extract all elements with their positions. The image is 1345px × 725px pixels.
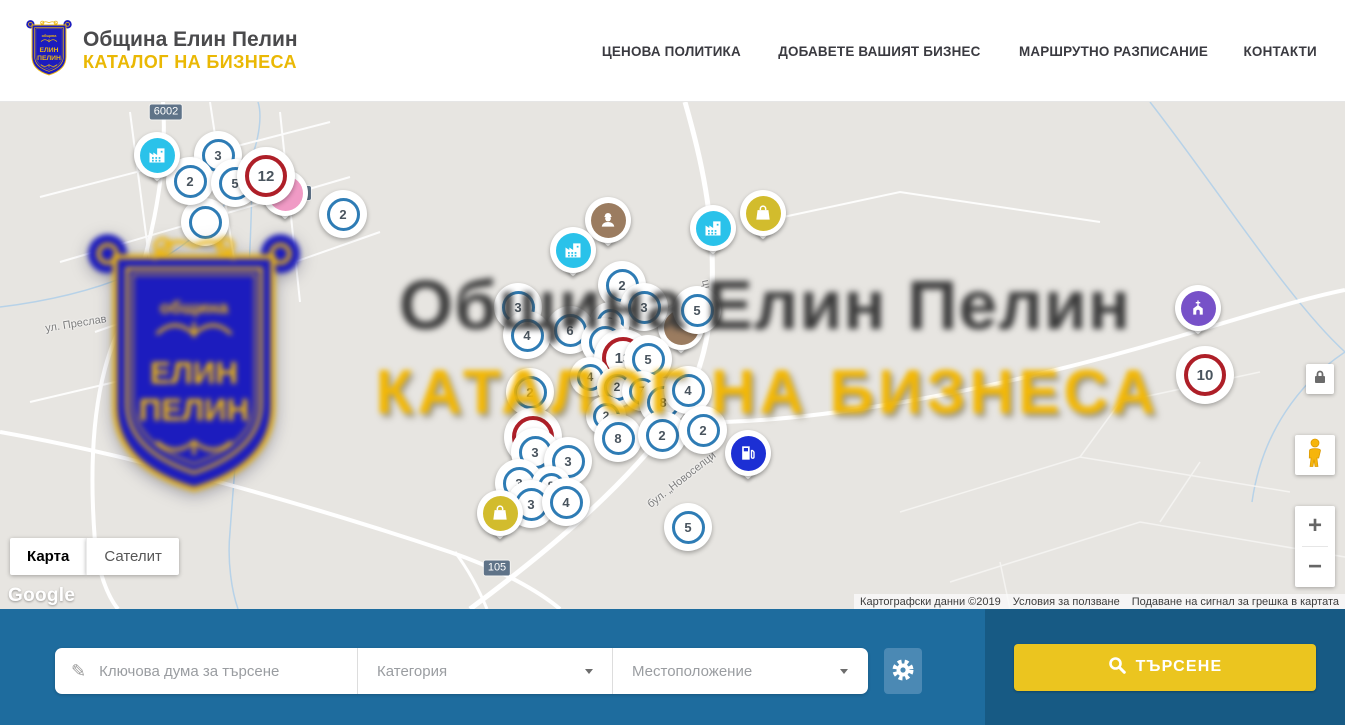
map-canvas[interactable]: 6002105ул. Преславбул. „Новоселцици 3251…	[0, 102, 1345, 609]
lock-button[interactable]	[1306, 364, 1334, 394]
chevron-down-icon	[840, 669, 848, 674]
svg-text:община: община	[42, 34, 58, 38]
zoom-in-button[interactable]: +	[1295, 506, 1335, 546]
pin-head	[740, 190, 786, 236]
map-attribution: Картографски данни ©2019Условия за ползв…	[854, 594, 1345, 609]
advanced-settings-button[interactable]	[884, 648, 922, 694]
cluster-count: 3	[628, 291, 661, 324]
cluster-count: 4	[511, 319, 544, 352]
lock-icon	[1313, 369, 1327, 390]
factory-pin[interactable]	[690, 205, 736, 251]
google-logo[interactable]: Google	[8, 585, 75, 607]
cluster-marker[interactable]: 2	[679, 406, 727, 454]
main-nav: ЦЕНОВА ПОЛИТИКА ДОБАВЕТЕ ВАШИЯТ БИЗНЕС МАР…	[599, 43, 1318, 59]
attribution-link[interactable]: Условия за ползване	[1007, 596, 1126, 608]
search-fields: ✎ Категория Местоположение	[55, 648, 868, 694]
church-icon	[1181, 291, 1216, 326]
gear-icon	[891, 658, 915, 685]
municipality-crest-logo: община ЕЛИН ПЕЛИН	[25, 16, 73, 85]
cluster-marker[interactable]: 5	[673, 286, 721, 334]
fuel-station-pin[interactable]	[725, 430, 771, 476]
cluster-marker[interactable]: 5	[664, 503, 712, 551]
cluster-count: 4	[550, 486, 583, 519]
submit-panel: ТЪРСЕНЕ	[985, 609, 1345, 725]
cluster-count: 2	[327, 198, 360, 231]
factory-pin[interactable]	[134, 132, 180, 178]
cluster-count: 2	[514, 376, 547, 409]
keyword-input[interactable]	[99, 663, 341, 680]
cluster-marker[interactable]: 2	[319, 190, 367, 238]
site-subtitle: КАТАЛОГ НА БИЗНЕСА	[83, 52, 298, 74]
svg-text:ЕЛИН: ЕЛИН	[40, 47, 59, 54]
cluster-marker[interactable]: 8	[594, 414, 642, 462]
pin-head	[725, 430, 771, 476]
pin-head	[690, 205, 736, 251]
cluster-marker[interactable]: 12	[237, 147, 295, 205]
cluster-marker[interactable]: 10	[1176, 346, 1234, 404]
location-placeholder: Местоположение	[632, 663, 752, 680]
road-number-label: 6002	[150, 105, 182, 120]
satellite-view-button[interactable]: Сателит	[86, 538, 179, 575]
location-select[interactable]: Местоположение	[613, 648, 867, 694]
nav-item-3[interactable]: МАРШРУТНО РАЗПИСАНИЕ	[1019, 43, 1208, 59]
shopping-pin[interactable]	[477, 490, 523, 536]
nav-item-2[interactable]: ДОБАВЕТЕ ВАШИЯТ БИЗНЕС	[778, 43, 980, 59]
cluster-count: 10	[1184, 354, 1226, 396]
svg-text:ПЕЛИН: ПЕЛИН	[37, 55, 61, 62]
cluster-count: 5	[681, 294, 714, 327]
bag-icon	[483, 496, 518, 531]
road-number-label: 105	[484, 561, 510, 576]
site-title: Община Елин Пелин	[83, 28, 298, 52]
factory-icon	[696, 211, 731, 246]
cluster-count: 5	[672, 511, 705, 544]
cluster-count: 8	[602, 422, 635, 455]
cluster-count: 2	[687, 414, 720, 447]
factory-pin[interactable]	[550, 227, 596, 273]
nav-item-4[interactable]: КОНТАКТИ	[1243, 43, 1316, 59]
zoom-control: + −	[1295, 506, 1335, 587]
shopping-pin[interactable]	[740, 190, 786, 236]
factory-icon	[140, 138, 175, 173]
chevron-down-icon	[585, 669, 593, 674]
cluster-count: 4	[672, 374, 705, 407]
category-select[interactable]: Категория	[358, 648, 612, 694]
church-pin[interactable]	[1175, 285, 1221, 331]
pin-head	[550, 227, 596, 273]
nav-item-1[interactable]: ЦЕНОВА ПОЛИТИКА	[602, 43, 741, 59]
map-type-control: Карта Сателит	[10, 538, 179, 575]
factory-icon	[556, 233, 591, 268]
cluster-count: 12	[245, 155, 287, 197]
bag-icon	[746, 196, 781, 231]
pencil-icon: ✎	[71, 662, 86, 680]
keyword-field[interactable]: ✎	[55, 648, 357, 694]
cluster-marker[interactable]: 4	[503, 311, 551, 359]
cluster-marker[interactable]	[181, 198, 229, 246]
pegman-icon	[1304, 438, 1326, 473]
search-button-label: ТЪРСЕНЕ	[1136, 658, 1223, 676]
pegman-control[interactable]	[1295, 435, 1335, 475]
zoom-out-button[interactable]: −	[1295, 547, 1335, 587]
brand-text: Община Елин Пелин КАТАЛОГ НА БИЗНЕСА	[83, 28, 298, 74]
search-icon	[1108, 656, 1126, 679]
attribution-copyright: Картографски данни ©2019	[854, 596, 1007, 608]
search-bar: ✎ Категория Местоположение ТЪРСЕН	[0, 609, 1345, 725]
brand[interactable]: община ЕЛИН ПЕЛИН Община Елин Пелин КАТА…	[25, 16, 298, 85]
category-placeholder: Категория	[377, 663, 447, 680]
fuel-icon	[731, 436, 766, 471]
header: община ЕЛИН ПЕЛИН Община Елин Пелин КАТА…	[0, 0, 1345, 102]
cluster-count	[189, 206, 222, 239]
pin-head	[477, 490, 523, 536]
cluster-count: 2	[646, 419, 679, 452]
pin-head	[1175, 285, 1221, 331]
map-view-button[interactable]: Карта	[10, 538, 86, 575]
attribution-link[interactable]: Подаване на сигнал за грешка в картата	[1126, 596, 1345, 608]
cluster-marker[interactable]: 4	[542, 478, 590, 526]
search-button[interactable]: ТЪРСЕНЕ	[1014, 644, 1316, 691]
pin-head	[134, 132, 180, 178]
